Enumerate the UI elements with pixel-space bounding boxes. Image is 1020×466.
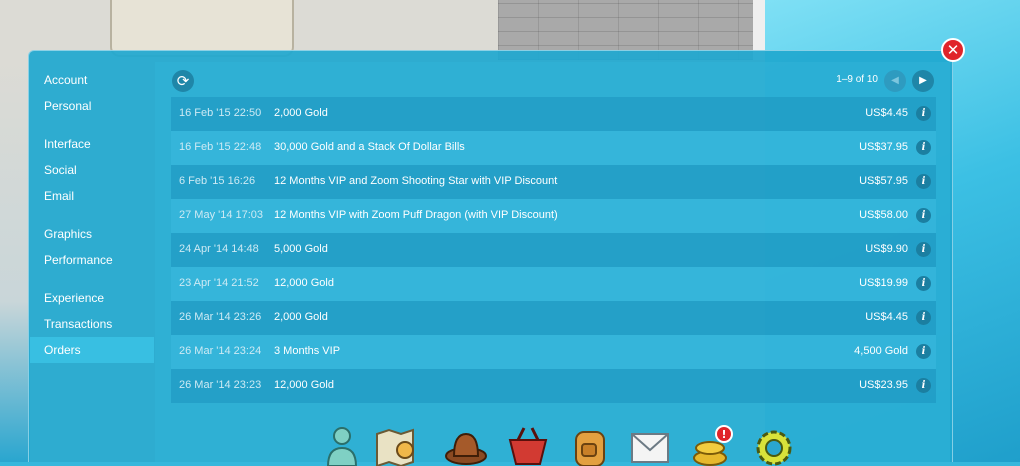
- avatar-icon[interactable]: [320, 422, 364, 466]
- sidebar-item-email[interactable]: Email: [30, 183, 154, 209]
- sidebar-item-performance[interactable]: Performance: [30, 247, 154, 273]
- order-date: 26 Mar '14 23:23: [179, 379, 262, 391]
- sidebar-divider: [30, 209, 154, 221]
- info-icon[interactable]: i: [916, 344, 931, 359]
- table-row: 26 Mar '14 23:23 12,000 Gold US$23.95 i: [171, 369, 936, 403]
- table-row: 16 Feb '15 22:48 30,000 Gold and a Stack…: [171, 131, 936, 165]
- table-row: 16 Feb '15 22:50 2,000 Gold US$4.45 i: [171, 97, 936, 131]
- chevron-right-icon[interactable]: ▶: [912, 70, 934, 92]
- table-row: 6 Feb '15 16:26 12 Months VIP and Zoom S…: [171, 165, 936, 199]
- order-price: US$19.99: [859, 277, 908, 289]
- table-row: 24 Apr '14 14:48 5,000 Gold US$9.90 i: [171, 233, 936, 267]
- order-price: US$4.45: [865, 107, 908, 119]
- order-date: 27 May '14 17:03: [179, 209, 264, 221]
- order-price: US$9.90: [865, 243, 908, 255]
- gold-coins-alert-icon[interactable]: !: [690, 422, 734, 466]
- chevron-left-icon[interactable]: ◀: [884, 70, 906, 92]
- info-icon[interactable]: i: [916, 106, 931, 121]
- order-description: 2,000 Gold: [274, 311, 328, 323]
- info-icon[interactable]: i: [916, 208, 931, 223]
- backpack-icon[interactable]: [568, 422, 612, 466]
- sidebar-item-experience[interactable]: Experience: [30, 285, 154, 311]
- order-price: US$4.45: [865, 311, 908, 323]
- refresh-icon[interactable]: ⟳: [172, 70, 194, 92]
- order-date: 24 Apr '14 14:48: [179, 243, 259, 255]
- order-price: US$58.00: [859, 209, 908, 221]
- sidebar-item-graphics[interactable]: Graphics: [30, 221, 154, 247]
- order-date: 6 Feb '15 16:26: [179, 175, 256, 187]
- room-edge: [0, 60, 30, 462]
- table-row: 27 May '14 17:03 12 Months VIP with Zoom…: [171, 199, 936, 233]
- pagination-text: 1–9 of 10: [836, 74, 878, 85]
- shop-basket-icon[interactable]: [506, 422, 550, 466]
- sidebar-item-transactions[interactable]: Transactions: [30, 311, 154, 337]
- map-icon[interactable]: [373, 422, 417, 466]
- mail-icon[interactable]: [628, 422, 672, 466]
- sidebar-divider: [30, 119, 154, 131]
- order-description: 30,000 Gold and a Stack Of Dollar Bills: [274, 141, 465, 153]
- order-description: 12 Months VIP with Zoom Puff Dragon (wit…: [274, 209, 558, 221]
- order-description: 12,000 Gold: [274, 379, 334, 391]
- table-row: 23 Apr '14 21:52 12,000 Gold US$19.99 i: [171, 267, 936, 301]
- order-date: 16 Feb '15 22:50: [179, 107, 262, 119]
- order-description: 2,000 Gold: [274, 107, 328, 119]
- sidebar-item-account[interactable]: Account: [30, 67, 154, 93]
- table-row: 26 Mar '14 23:24 3 Months VIP 4,500 Gold…: [171, 335, 936, 369]
- order-date: 16 Feb '15 22:48: [179, 141, 262, 153]
- order-price: US$23.95: [859, 379, 908, 391]
- order-description: 3 Months VIP: [274, 345, 341, 357]
- order-date: 23 Apr '14 21:52: [179, 277, 259, 289]
- info-icon[interactable]: i: [916, 378, 931, 393]
- order-date: 26 Mar '14 23:26: [179, 311, 262, 323]
- sidebar-item-personal[interactable]: Personal: [30, 93, 154, 119]
- info-icon[interactable]: i: [916, 174, 931, 189]
- svg-text:!: !: [721, 428, 726, 441]
- sidebar-item-orders[interactable]: Orders: [30, 337, 154, 363]
- info-icon[interactable]: i: [916, 310, 931, 325]
- hat-icon[interactable]: [444, 422, 488, 466]
- order-description: 12 Months VIP and Zoom Shooting Star wit…: [274, 175, 558, 187]
- close-icon[interactable]: ✕: [941, 38, 965, 62]
- sidebar-item-interface[interactable]: Interface: [30, 131, 154, 157]
- sidebar-item-social[interactable]: Social: [30, 157, 154, 183]
- info-icon[interactable]: i: [916, 140, 931, 155]
- order-price: 4,500 Gold: [854, 345, 908, 357]
- sidebar-divider: [30, 273, 154, 285]
- order-price: US$37.95: [859, 141, 908, 153]
- info-icon[interactable]: i: [916, 276, 931, 291]
- sofa-furniture: [110, 0, 294, 57]
- order-description: 12,000 Gold: [274, 277, 334, 289]
- order-date: 26 Mar '14 23:24: [179, 345, 262, 357]
- info-icon[interactable]: i: [916, 242, 931, 257]
- settings-sidebar: Account Personal Interface Social Email …: [30, 67, 154, 363]
- table-row: 26 Mar '14 23:26 2,000 Gold US$4.45 i: [171, 301, 936, 335]
- settings-gear-icon[interactable]: [752, 422, 796, 466]
- order-price: US$57.95: [859, 175, 908, 187]
- orders-table: 16 Feb '15 22:50 2,000 Gold US$4.45 i 16…: [171, 97, 936, 403]
- order-description: 5,000 Gold: [274, 243, 328, 255]
